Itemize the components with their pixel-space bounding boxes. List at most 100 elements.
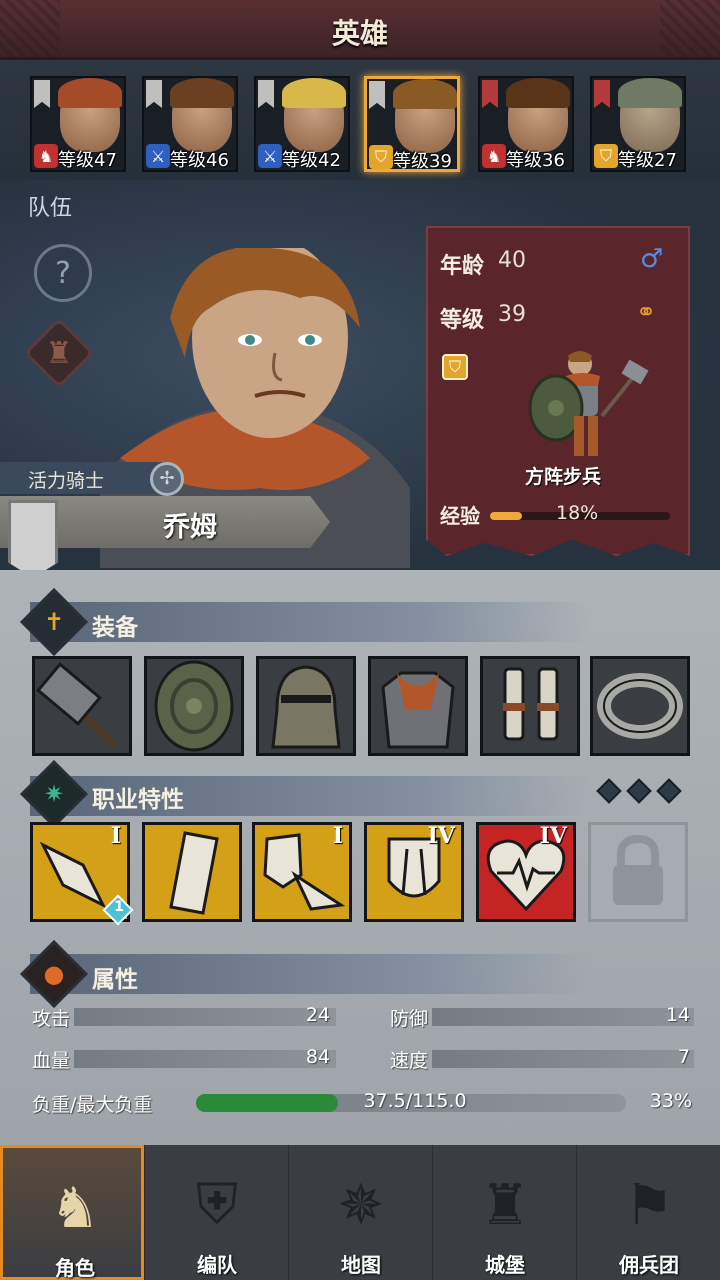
shield-class-icon: ⛉ [442, 354, 468, 380]
hero-title: 活力骑士 [28, 470, 105, 492]
hero-hair [393, 79, 457, 109]
male-gender-icon: ♂ [640, 244, 664, 274]
equipment-slot-armor[interactable] [368, 656, 468, 756]
xp-bar-fill [490, 512, 523, 520]
lock-icon [613, 834, 663, 905]
trait-slot-2[interactable] [142, 822, 242, 922]
trait-slot-locked[interactable] [588, 822, 688, 922]
hp-label: 血量 [32, 1050, 71, 1072]
hero-card-1[interactable]: ♞ 等级47 [30, 76, 126, 172]
greaves-icon [503, 667, 559, 741]
phalanx-infantry-figure [528, 351, 649, 456]
trait-slot-1[interactable]: I 1 [30, 822, 134, 926]
nav-tab-label: 角色 [55, 1256, 95, 1280]
hero-card-4-selected[interactable]: ⛉ 等级39 [364, 76, 460, 172]
sword-icon: ⚔ [258, 144, 282, 168]
nav-tab-label: 城堡 [485, 1253, 525, 1277]
equipment-slot-helmet[interactable] [256, 656, 356, 756]
nav-tab-map[interactable]: ✵ 地图 [288, 1145, 432, 1280]
hero-hair [282, 78, 346, 108]
hero-level: 等级39 [393, 151, 452, 172]
trait-upgrade-count: 1 [114, 899, 124, 915]
trait-rank: I [332, 823, 343, 849]
rings-icon[interactable]: ⚭ [636, 298, 656, 326]
nav-tab-castle[interactable]: ♜ 城堡 [432, 1145, 576, 1280]
equipment-slot-weapon[interactable] [32, 656, 132, 756]
age-value: 40 [498, 248, 526, 273]
hero-level: 等级36 [506, 150, 565, 171]
speed-label: 速度 [390, 1050, 429, 1072]
hero-hair [170, 78, 234, 108]
attack-label: 攻击 [32, 1008, 71, 1030]
hero-banner-flag-icon[interactable] [8, 500, 58, 578]
compass-icon: ✵ [337, 1172, 385, 1238]
nav-tab-mercenary[interactable]: ⚑ 佣兵团 [576, 1145, 720, 1280]
hero-level: 等级27 [618, 150, 677, 171]
attack-value: 24 [305, 1004, 330, 1026]
knight-icon: ♞ [49, 1175, 101, 1241]
equipment-slot-legs[interactable] [480, 656, 580, 756]
chainmail-armor-icon [381, 671, 455, 749]
xp-label: 经验 [440, 504, 480, 528]
load-bar-fill [196, 1094, 338, 1112]
hero-card-5[interactable]: ♞ 等级36 [478, 76, 574, 172]
hero-info-panel: 年龄 40 ♂ 等级 39 ⚭ ⛉ 方阵步兵 经验 18% [426, 226, 690, 556]
mercenary-flag-icon: ⚑ [623, 1172, 675, 1238]
load-value: 37.5/115.0 [363, 1090, 467, 1112]
banner-flag-icon [34, 80, 50, 108]
helmet-icon [271, 665, 341, 749]
castle-icon: ♜ [479, 1172, 531, 1238]
nav-tab-character[interactable]: ♞ 角色 [0, 1145, 144, 1280]
shield-icon: ⛉ [369, 145, 393, 169]
helmet-squad-icon: ⛨ [196, 1172, 238, 1237]
round-shield-icon [154, 660, 234, 752]
nav-tab-label: 地图 [341, 1253, 381, 1277]
horse-icon: ♞ [34, 144, 58, 168]
trait-rank: IV [427, 823, 455, 849]
trait-slot-3[interactable]: I [252, 822, 352, 922]
banner-flag-icon [146, 80, 162, 108]
person-icon: ● [43, 960, 65, 988]
equipment-title: 装备 [92, 615, 138, 641]
hero-hair [58, 78, 122, 108]
traits-title: 职业特性 [92, 787, 184, 813]
horse-icon: ♞ [482, 144, 506, 168]
hp-value: 84 [305, 1046, 330, 1068]
trait-slot-4[interactable]: IV [364, 822, 464, 922]
knight-emblem-icon: ✢ [150, 462, 184, 496]
hero-card-6[interactable]: ⛉ 等级27 [590, 76, 686, 172]
trait-rank: I [110, 823, 121, 849]
dagger-icon: ✝ [43, 608, 65, 636]
help-button[interactable]: ? [34, 244, 92, 302]
hero-name[interactable]: 乔姆 [120, 505, 260, 544]
hero-card-2[interactable]: ⚔ 等级46 [142, 76, 238, 172]
trait-slot-5[interactable]: IV [476, 822, 576, 922]
armor-icon: ♜ [45, 335, 73, 371]
xp-percent: 18% [556, 502, 599, 524]
load-label: 负重/最大负重 [32, 1094, 153, 1116]
hero-hair [506, 78, 570, 108]
level-label: 等级 [440, 308, 485, 333]
ring-icon [597, 673, 683, 739]
load-percent: 33% [649, 1090, 692, 1112]
sword-icon: ⚔ [146, 144, 170, 168]
defense-value: 14 [665, 1004, 690, 1026]
hero-level: 等级42 [282, 150, 341, 171]
banner-flag-icon [369, 81, 385, 109]
nav-tab-formation[interactable]: ⛨ 编队 [144, 1145, 288, 1280]
attributes-title: 属性 [92, 967, 138, 993]
header-bar: 英雄 [0, 0, 720, 60]
trait-rank: IV [539, 823, 567, 849]
nav-tab-label: 编队 [197, 1253, 237, 1277]
hero-hair [618, 78, 682, 108]
equipment-slot-shield[interactable] [144, 656, 244, 756]
hero-card-3[interactable]: ⚔ 等级42 [254, 76, 350, 172]
star-burst-icon: ✷ [43, 780, 65, 808]
banner-flag-icon [258, 80, 274, 108]
class-name: 方阵步兵 [524, 466, 601, 488]
nav-tab-label: 佣兵团 [619, 1253, 679, 1277]
defense-label: 防御 [390, 1008, 429, 1030]
hero-level: 等级47 [58, 150, 117, 171]
equipment-slot-ring[interactable] [590, 656, 690, 756]
team-label: 队伍 [28, 196, 73, 221]
